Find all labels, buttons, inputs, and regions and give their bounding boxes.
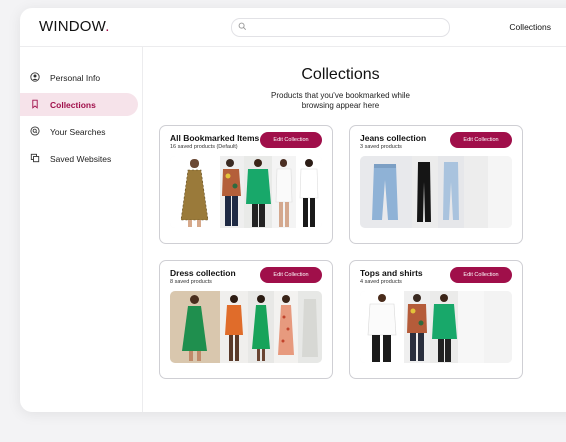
sidebar: Personal Info Collections Your Searches … bbox=[20, 46, 143, 412]
collection-card[interactable]: Dress collection 8 saved products Edit C… bbox=[159, 260, 333, 379]
app-window: WINDOW. Collections Personal Info Collec… bbox=[20, 8, 566, 412]
product-thumbnail[interactable] bbox=[438, 156, 464, 228]
collection-name: Dress collection bbox=[170, 268, 236, 278]
sidebar-item-saved-websites[interactable]: Saved Websites bbox=[20, 147, 138, 170]
product-thumbnail[interactable] bbox=[298, 291, 322, 363]
product-thumbnail[interactable] bbox=[360, 291, 404, 363]
product-thumbnail[interactable] bbox=[272, 156, 296, 228]
collections-link[interactable]: Collections bbox=[509, 22, 551, 32]
user-circle-icon bbox=[30, 72, 40, 82]
product-thumbnail[interactable] bbox=[248, 291, 274, 363]
edit-collection-button[interactable]: Edit Collection bbox=[260, 267, 322, 283]
product-thumbnail[interactable] bbox=[430, 291, 458, 363]
edit-collection-button[interactable]: Edit Collection bbox=[260, 132, 322, 148]
collection-count: 8 saved products bbox=[170, 279, 212, 285]
product-thumbnail[interactable] bbox=[296, 156, 322, 228]
sidebar-item-collections[interactable]: Collections bbox=[20, 93, 138, 116]
product-thumbnails bbox=[170, 291, 322, 363]
product-thumbnail[interactable] bbox=[404, 291, 430, 363]
main-content: Collections Products that you've bookmar… bbox=[143, 46, 566, 412]
collection-count: 3 saved products bbox=[360, 144, 402, 150]
sidebar-item-label: Your Searches bbox=[50, 127, 106, 137]
sidebar-item-label: Personal Info bbox=[50, 73, 101, 83]
collection-name: Jeans collection bbox=[360, 133, 427, 143]
product-thumbnail bbox=[464, 156, 488, 228]
product-thumbnail[interactable] bbox=[220, 291, 248, 363]
logo-dot: . bbox=[105, 18, 110, 35]
sidebar-item-label: Collections bbox=[50, 100, 96, 110]
logo-text: WINDOW bbox=[39, 18, 106, 35]
bookmark-icon bbox=[32, 99, 38, 109]
product-thumbnails bbox=[170, 156, 322, 228]
product-thumbnail[interactable] bbox=[244, 156, 272, 228]
collection-card[interactable]: Tops and shirts 4 saved products Edit Co… bbox=[349, 260, 523, 379]
search-history-icon bbox=[30, 126, 40, 136]
product-thumbnails bbox=[360, 156, 512, 228]
product-thumbnail[interactable] bbox=[274, 291, 298, 363]
logo[interactable]: WINDOW. bbox=[39, 18, 110, 35]
top-bar: WINDOW. Collections bbox=[20, 8, 566, 47]
product-thumbnail[interactable] bbox=[170, 156, 220, 228]
collection-count: 16 saved products (Default) bbox=[170, 144, 238, 150]
search-input[interactable] bbox=[231, 18, 450, 37]
sidebar-item-personal-info[interactable]: Personal Info bbox=[20, 66, 138, 89]
page-subtitle: Products that you've bookmarked while br… bbox=[271, 91, 410, 110]
edit-collection-button[interactable]: Edit Collection bbox=[450, 267, 512, 283]
product-thumbnails bbox=[360, 291, 512, 363]
collection-name: All Bookmarked Items bbox=[170, 133, 260, 143]
copy-icon bbox=[30, 153, 40, 163]
product-thumbnail[interactable] bbox=[170, 291, 220, 363]
product-thumbnail bbox=[488, 156, 512, 228]
sidebar-item-your-searches[interactable]: Your Searches bbox=[20, 120, 138, 143]
collection-card[interactable]: Jeans collection 3 saved products Edit C… bbox=[349, 125, 523, 244]
product-thumbnail[interactable] bbox=[360, 156, 412, 228]
sidebar-item-label: Saved Websites bbox=[50, 154, 112, 164]
search-icon bbox=[238, 22, 247, 31]
collection-card[interactable]: All Bookmarked Items 16 saved products (… bbox=[159, 125, 333, 244]
edit-collection-button[interactable]: Edit Collection bbox=[450, 132, 512, 148]
product-thumbnail[interactable] bbox=[412, 156, 438, 228]
product-thumbnail[interactable] bbox=[220, 156, 244, 228]
product-thumbnail bbox=[484, 291, 512, 363]
product-thumbnail bbox=[458, 291, 484, 363]
page-title: Collections bbox=[301, 66, 380, 83]
collection-count: 4 saved products bbox=[360, 279, 402, 285]
collection-name: Tops and shirts bbox=[360, 268, 423, 278]
